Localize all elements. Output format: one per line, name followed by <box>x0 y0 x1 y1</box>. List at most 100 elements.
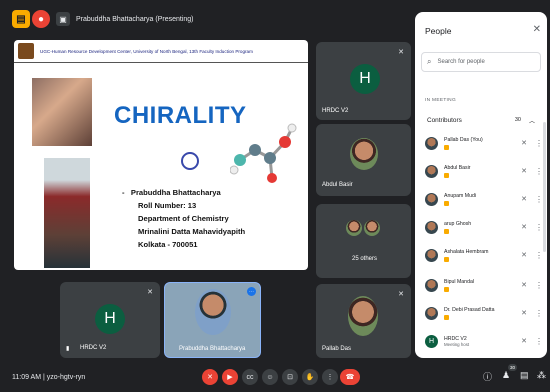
mic-off-icon: ✕ <box>521 140 527 147</box>
raised-hand-icon <box>444 228 449 234</box>
raise-hand-button[interactable]: ✋ <box>302 369 318 385</box>
search-input[interactable]: ⌕ Search for people <box>421 52 541 72</box>
university-logo-icon <box>18 43 34 59</box>
more-options-icon[interactable]: ⋯ <box>247 287 256 296</box>
college-emblem-icon <box>181 152 199 170</box>
city: Kolkata - 700051 <box>138 240 198 249</box>
participant-row[interactable]: Abdul Basir ✕ ⋮ <box>425 160 543 182</box>
close-icon[interactable]: ✕ <box>533 24 541 35</box>
info-icon[interactable]: ⓘ <box>483 370 492 383</box>
participant-name: arup Ghosh <box>444 220 472 227</box>
more-options-button[interactable]: ⋮ <box>322 369 338 385</box>
more-options-icon[interactable]: ⋮ <box>535 195 543 204</box>
record-icon[interactable]: ● <box>32 10 50 28</box>
host-label: Meeting host <box>444 341 470 347</box>
contributors-label: Contributors <box>427 116 462 124</box>
mic-off-icon: ✕ <box>521 168 527 175</box>
raised-hand-icon <box>444 200 449 206</box>
raised-hand-icon <box>444 172 449 178</box>
participant-name: Abdul Basir <box>444 164 471 171</box>
pin-icon[interactable]: ▮ <box>66 345 69 352</box>
participant-name: Abdul Basir <box>322 182 353 188</box>
mic-off-icon: ✕ <box>521 196 527 203</box>
raised-hand-icon <box>444 314 449 320</box>
participant-name: Pallab Das <box>322 346 352 352</box>
participant-tile-hrdc-bottom[interactable]: ✕ H ▮ HRDC V2 <box>60 282 160 358</box>
more-options-icon[interactable]: ⋮ <box>535 337 543 346</box>
raised-hand-icon <box>444 256 449 262</box>
participant-name: HRDC V2 <box>80 345 107 351</box>
slide-header-text: UGC-Human Resource Development Center, U… <box>40 48 253 54</box>
chevron-up-icon: ︿ <box>528 118 535 125</box>
participant-name: Dr. Debi Prasad Datta <box>444 306 495 313</box>
mic-toggle-button[interactable]: ✕ <box>202 369 218 385</box>
presenter-name-line: - Prabuddha Bhattacharya <box>122 188 221 197</box>
participant-tile-prabuddha[interactable]: ⋯ Prabuddha Bhattacharya <box>164 282 261 358</box>
avatar <box>425 220 438 234</box>
molecule-icon <box>230 123 297 183</box>
more-options-icon[interactable]: ⋮ <box>535 251 543 260</box>
contributors-section-toggle[interactable]: Contributors 30 ︿ <box>421 110 541 130</box>
avatar <box>425 164 438 178</box>
participant-thumb <box>346 220 362 236</box>
participant-tile-abdul[interactable]: Abdul Basir <box>316 124 411 196</box>
avatar <box>425 136 438 150</box>
more-options-icon[interactable]: ⋮ <box>535 167 543 176</box>
mic-off-icon: ✕ <box>521 338 527 345</box>
more-options-icon[interactable]: ⋮ <box>535 139 543 148</box>
participant-row[interactable]: arup Ghosh ✕ ⋮ <box>425 216 543 238</box>
more-options-icon[interactable]: ⋮ <box>535 223 543 232</box>
slide-header: UGC-Human Resource Development Center, U… <box>14 40 308 62</box>
participant-row[interactable]: Pallab Das (You) ✕ ⋮ <box>425 132 543 154</box>
participant-row[interactable]: Anupam Mudi ✕ ⋮ <box>425 188 543 210</box>
present-screen-icon: ▣ <box>56 12 70 26</box>
participant-row[interactable]: Dr. Debi Prasad Datta ✕ ⋮ <box>425 302 543 324</box>
people-icon[interactable]: ♟ <box>502 370 510 381</box>
participant-row[interactable]: Ashalata Hembram ✕ ⋮ <box>425 244 543 266</box>
participant-thumb <box>364 220 380 236</box>
panel-scrollbar[interactable] <box>543 122 546 252</box>
chat-icon[interactable]: ▤ <box>520 370 529 381</box>
more-options-icon[interactable]: ⋮ <box>535 281 543 290</box>
department: Department of Chemistry <box>138 214 229 223</box>
participant-row[interactable]: Bipul Mandal ✕ ⋮ <box>425 274 543 296</box>
slide-title: CHIRALITY <box>114 102 247 129</box>
avatar <box>425 192 438 206</box>
search-icon: ⌕ <box>427 57 432 66</box>
others-count: 25 others <box>352 256 378 262</box>
emoji-button[interactable]: ☺ <box>262 369 278 385</box>
roll-number: Roll Number: 13 <box>138 201 197 210</box>
participant-tile-others[interactable]: 25 others <box>316 204 411 278</box>
participant-video <box>348 296 378 336</box>
participant-name: Anupam Mudi <box>444 192 477 199</box>
participant-name: Prabuddha Bhattacharya <box>179 346 246 352</box>
participant-name: Bipul Mandal <box>444 278 474 285</box>
slide-divider <box>14 62 308 63</box>
camera-toggle-button[interactable]: ▶ <box>222 369 238 385</box>
mic-off-icon: ✕ <box>521 310 527 317</box>
more-options-icon[interactable]: ⋮ <box>535 309 543 318</box>
in-meeting-label: IN MEETING <box>425 98 456 103</box>
college: Mrinalini Datta Mahavidyapith <box>138 227 246 236</box>
hands-image <box>32 78 92 146</box>
mic-off-icon: ✕ <box>521 282 527 289</box>
present-button[interactable]: ⊡ <box>282 369 298 385</box>
people-panel: People ✕ ⌕ Search for people IN MEETING … <box>415 12 547 358</box>
participant-row[interactable]: H HRDC V2 Meeting host ✕ ⋮ <box>425 330 543 352</box>
activities-icon[interactable]: ⁂ <box>537 370 546 381</box>
raised-hand-icon <box>444 286 449 292</box>
panel-title: People <box>425 26 452 36</box>
participant-tile-pallab[interactable]: ✕ Pallab Das <box>316 284 411 358</box>
avatar <box>425 278 438 292</box>
captions-button[interactable]: cc <box>242 369 258 385</box>
notes-icon[interactable]: ▤ <box>12 10 30 28</box>
presenter-details: - Prabuddha Bhattacharya Roll Number: 13… <box>122 186 245 251</box>
participant-video <box>195 289 231 335</box>
end-call-button[interactable]: ☎ <box>340 369 360 385</box>
participant-tile-hrdc[interactable]: ✕ H HRDC V2 <box>316 42 411 120</box>
avatar <box>425 248 438 262</box>
mic-off-icon: ✕ <box>398 291 404 298</box>
search-placeholder: Search for people <box>437 59 485 65</box>
participant-video <box>350 138 378 170</box>
presentation-slide: UGC-Human Resource Development Center, U… <box>14 40 308 270</box>
